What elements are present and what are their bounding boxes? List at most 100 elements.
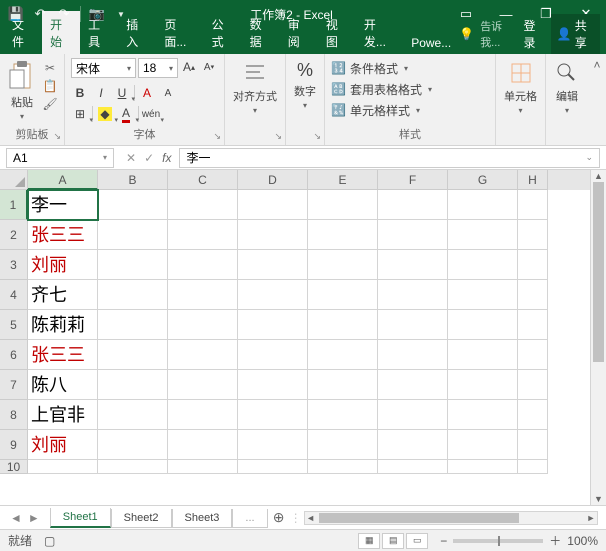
bold-button[interactable]: B	[71, 84, 89, 102]
cell[interactable]: 李一	[28, 190, 98, 220]
row-header[interactable]: 2	[0, 220, 28, 250]
cell[interactable]	[308, 430, 378, 460]
cell[interactable]	[448, 430, 518, 460]
tab-review[interactable]: 审阅	[280, 11, 318, 54]
cell[interactable]	[378, 280, 448, 310]
tab-page-layout[interactable]: 页面...	[156, 11, 203, 54]
col-header-d[interactable]: D	[238, 170, 308, 190]
cell[interactable]	[238, 280, 308, 310]
cell[interactable]	[378, 400, 448, 430]
cell[interactable]	[448, 460, 518, 474]
underline-button[interactable]: U▾	[113, 84, 131, 102]
undo-icon[interactable]: ↶	[32, 6, 48, 22]
enter-formula-icon[interactable]: ✓	[144, 151, 154, 165]
tab-formulas[interactable]: 公式	[204, 11, 242, 54]
cut-icon[interactable]: ✂	[42, 60, 58, 76]
cell[interactable]	[98, 310, 168, 340]
vertical-scrollbar[interactable]: ▲ ▼	[590, 170, 606, 505]
cell[interactable]	[238, 220, 308, 250]
horizontal-scrollbar[interactable]: ◄ ►	[304, 511, 598, 525]
cell[interactable]: 陈莉莉	[28, 310, 98, 340]
font-color-button[interactable]: A▾	[117, 105, 135, 123]
row-header[interactable]: 10	[0, 460, 28, 474]
col-header-g[interactable]: G	[448, 170, 518, 190]
cell[interactable]	[98, 430, 168, 460]
cell[interactable]	[168, 250, 238, 280]
conditional-format-button[interactable]: 🔢条件格式▾	[331, 58, 489, 78]
zoom-level[interactable]: 100%	[567, 534, 598, 548]
tell-me-icon[interactable]: 💡	[459, 27, 474, 41]
cell[interactable]	[518, 220, 548, 250]
cell[interactable]	[308, 460, 378, 474]
cell[interactable]	[448, 250, 518, 280]
cell[interactable]	[238, 460, 308, 474]
formula-bar[interactable]: 李一⌄	[179, 148, 600, 168]
cell[interactable]: 张三三	[28, 220, 98, 250]
cell[interactable]	[308, 310, 378, 340]
cell[interactable]: 刘丽	[28, 250, 98, 280]
cell[interactable]	[98, 190, 168, 220]
cell[interactable]	[98, 340, 168, 370]
cell[interactable]: 陈八	[28, 370, 98, 400]
scroll-down-icon[interactable]: ▼	[591, 493, 606, 505]
cell[interactable]	[308, 250, 378, 280]
zoom-slider[interactable]	[453, 539, 543, 543]
cell[interactable]	[518, 400, 548, 430]
number-button[interactable]: % 数字▾	[292, 58, 318, 112]
cell[interactable]	[378, 370, 448, 400]
login-link[interactable]: 登录	[524, 17, 545, 51]
cell[interactable]	[378, 310, 448, 340]
cell[interactable]	[448, 340, 518, 370]
editing-button[interactable]: 编辑▾	[552, 58, 582, 117]
col-header-c[interactable]: C	[168, 170, 238, 190]
phonetic-button[interactable]: wén▾	[142, 105, 160, 123]
cell[interactable]	[308, 220, 378, 250]
sheet-tab-3[interactable]: Sheet3	[172, 509, 233, 528]
cell[interactable]: 刘丽	[28, 430, 98, 460]
font-name-combo[interactable]: 宋体▾	[71, 58, 136, 78]
hscroll-thumb[interactable]	[319, 513, 519, 523]
alignment-launcher-icon[interactable]: ↘	[274, 131, 282, 142]
cell[interactable]	[378, 430, 448, 460]
redo-icon[interactable]: ↷	[56, 6, 72, 22]
cell[interactable]	[518, 250, 548, 280]
border-button[interactable]: ⊞▾	[71, 105, 89, 123]
cell[interactable]	[98, 370, 168, 400]
cell[interactable]	[168, 370, 238, 400]
clipboard-launcher-icon[interactable]: ↘	[53, 131, 61, 142]
cell[interactable]: 上官非	[28, 400, 98, 430]
row-header[interactable]: 7	[0, 370, 28, 400]
row-header[interactable]: 1	[0, 190, 28, 220]
share-button[interactable]: 👤共享	[551, 14, 600, 54]
cell[interactable]	[238, 370, 308, 400]
cell[interactable]	[168, 400, 238, 430]
macro-record-icon[interactable]: ▢	[44, 534, 55, 548]
col-header-f[interactable]: F	[378, 170, 448, 190]
tab-view[interactable]: 视图	[318, 11, 356, 54]
view-page-layout-icon[interactable]: ▤	[382, 533, 404, 549]
tab-power[interactable]: Powe...	[403, 31, 459, 54]
cell[interactable]	[168, 310, 238, 340]
save-icon[interactable]: 💾	[8, 6, 24, 22]
table-format-button[interactable]: 🔠套用表格格式▾	[331, 79, 489, 99]
cell[interactable]	[238, 250, 308, 280]
cell[interactable]	[518, 190, 548, 220]
vscroll-thumb[interactable]	[593, 182, 604, 362]
fill-color-button[interactable]: ◆▾	[96, 105, 114, 123]
cell[interactable]	[238, 310, 308, 340]
row-header[interactable]: 4	[0, 280, 28, 310]
cell[interactable]	[518, 460, 548, 474]
cell[interactable]	[238, 340, 308, 370]
select-all-corner[interactable]	[0, 170, 28, 190]
tab-data[interactable]: 数据	[242, 11, 280, 54]
cell[interactable]	[168, 220, 238, 250]
cell[interactable]: 齐七	[28, 280, 98, 310]
increase-font-icon[interactable]: A▴	[180, 58, 198, 76]
cell[interactable]	[448, 400, 518, 430]
tell-me-label[interactable]: 告诉我...	[480, 18, 517, 50]
row-header[interactable]: 9	[0, 430, 28, 460]
view-normal-icon[interactable]: ▦	[358, 533, 380, 549]
increase-font-icon-2[interactable]: A	[138, 84, 156, 102]
cell[interactable]	[308, 400, 378, 430]
cell[interactable]	[518, 430, 548, 460]
